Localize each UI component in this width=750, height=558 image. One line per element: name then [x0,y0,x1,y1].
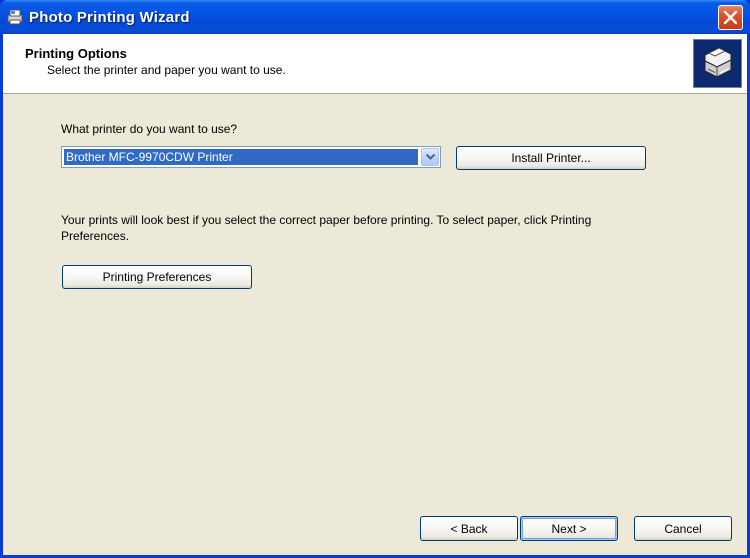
wizard-header: Printing Options Select the printer and … [3,34,747,94]
page-title: Printing Options [25,46,127,61]
title-bar[interactable]: Photo Printing Wizard [0,0,750,34]
printing-preferences-button[interactable]: Printing Preferences [62,265,252,289]
printer-icon [693,39,742,88]
printer-label: What printer do you want to use? [61,122,238,136]
next-button[interactable]: Next > [520,516,618,541]
photo-printer-icon [6,9,24,25]
wizard-window: Photo Printing Wizard Printing Options S… [0,0,750,558]
printer-select[interactable]: Brother MFC-9970CDW Printer [61,146,441,168]
window-title: Photo Printing Wizard [29,9,190,26]
chevron-down-icon [426,154,435,160]
wizard-body: Printing Options Select the printer and … [3,34,747,555]
install-printer-button[interactable]: Install Printer... [456,146,646,170]
back-button[interactable]: < Back [420,516,518,541]
cancel-button[interactable]: Cancel [634,516,732,541]
paper-info-text: Your prints will look best if you select… [61,213,592,243]
printer-dropdown-button[interactable] [421,148,439,166]
page-subtitle: Select the printer and paper you want to… [47,63,286,77]
close-icon [723,10,738,25]
close-button[interactable] [718,5,743,30]
printer-select-value: Brother MFC-9970CDW Printer [64,149,418,165]
